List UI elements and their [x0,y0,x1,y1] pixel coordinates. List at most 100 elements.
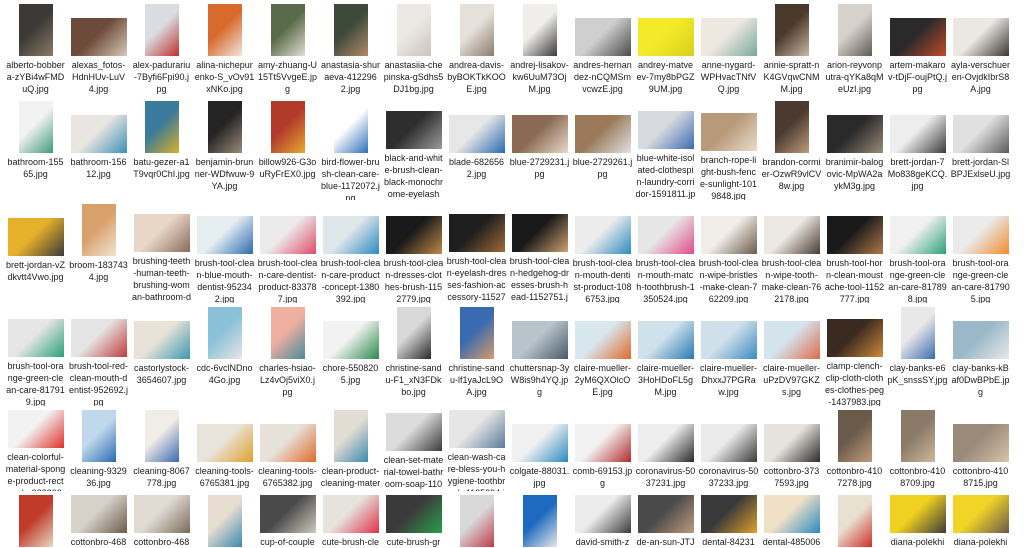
file-tile[interactable]: annie-spratt-nK4GVqwCNMM.jpg [760,0,823,97]
file-tile[interactable]: brett-jordan-vZdkvtt4Vwo.jpg [4,200,67,303]
file-tile[interactable]: clean-wash-care-bless-you-hygiene-toothb… [445,406,508,491]
file-tile[interactable]: blue-2729231.jpg [508,97,571,200]
file-tile[interactable]: cottonbro-4108… [4,491,67,548]
file-tile[interactable]: brush-tool-clean-wipe-bristles-make-clea… [697,200,760,303]
file-tile[interactable]: cottonbro-4108709.jpg [886,406,949,491]
file-tile[interactable]: diana-polekhin… [886,491,949,548]
file-tile[interactable]: brush-tool-orange-green-clean-care-81789… [886,200,949,303]
file-tile[interactable]: black-and-white-brush-clean-black-monoch… [382,97,445,200]
file-tile[interactable]: cleaning-tools-6765381.jpg [193,406,256,491]
file-tile[interactable]: brushing-teeth-human-teeth-brushing-woma… [130,200,193,303]
file-tile[interactable]: brush-tool-clean-wipe-tooth-make-clean-7… [760,200,823,303]
file-tile[interactable]: brush-tool-clean-mouth-match-toothbrush-… [634,200,697,303]
file-tile[interactable]: comb-69153.jpg [571,406,634,491]
file-tile[interactable]: clay-banks-e6pK_snssSY.jpg [886,303,949,406]
file-tile[interactable]: brandon-cormier-OzwR9vlCV8w.jpg [760,97,823,200]
file-tile[interactable]: anastasia-shuraeva-4122962.jpg [319,0,382,97]
file-tile[interactable]: crystal-de-passi… [193,491,256,548]
file-tile[interactable]: brush-tool-red-clean-mouth-dentist-95269… [67,303,130,406]
file-tile[interactable]: alina-nichepurenko-S_vOv91xNKo.jpg [193,0,256,97]
file-tile[interactable]: charles-hsiao-Lz4vOj5viX0.jpg [256,303,319,406]
file-tile[interactable]: ayla-verschueren-OvjdkIbrS8A.jpg [949,0,1012,97]
file-tile[interactable]: dental-4850065… [760,491,823,548]
file-tile[interactable]: cottonbro-3737593.jpg [760,406,823,491]
file-tile[interactable]: andrey-matveev-7my8bPGZ9UM.jpg [634,0,697,97]
file-tile[interactable]: blue-white-isolated-clothespin-laundry-c… [634,97,697,200]
file-tile[interactable]: brush-tool-clean-hedgehog-dresses-brush-… [508,200,571,303]
image-thumbnail [637,495,694,533]
file-tile[interactable]: artem-makarov-tDjF-oujPtQ.jpg [886,0,949,97]
file-tile[interactable]: clean-product-cleaning-material-cleanlin… [319,406,382,491]
file-tile[interactable]: diana-polekhin… [949,491,1012,548]
file-tile[interactable]: castorlystock-3654607.jpg [130,303,193,406]
file-tile[interactable]: alberto-bobbera-zYBi4wFMDuQ.jpg [4,0,67,97]
file-tile[interactable]: alexas_fotos-HdnHUv-LuV4.jpg [67,0,130,97]
file-tile[interactable]: bird-flower-brush-clean-care-blue-117207… [319,97,382,200]
file-tile[interactable]: brush-tool-clean-dresses-clothes-brush-1… [382,200,445,303]
file-tile[interactable]: alex-padurariu-7Byfi6Fpi90.jpg [130,0,193,97]
file-tile[interactable]: broom-1837434.jpg [67,200,130,303]
file-tile[interactable]: brush-tool-horn-clean-moustache-tool-115… [823,200,886,303]
file-tile[interactable]: de-an-sun-JTJr… [634,491,697,548]
file-tile[interactable]: claire-mueller-3HoHDoFL5gM.jpg [634,303,697,406]
file-tile[interactable]: chore-5508205.jpg [319,303,382,406]
file-tile[interactable]: clean-set-material-towel-bathroom-soap-1… [382,406,445,491]
file-tile[interactable]: anastasiia-chepinska-gSdhs5DJ1bg.jpg [382,0,445,97]
file-tile[interactable]: clean-colorful-material-sponge-product-r… [4,406,67,491]
file-tile[interactable]: brush-tool-clean-eyelash-dresses-fashion… [445,200,508,303]
file-tile[interactable]: colgate-88031.jpg [508,406,571,491]
file-tile[interactable]: brush-tool-clean-care-product-concept-13… [319,200,382,303]
file-tile[interactable]: blue-2729261.jpg [571,97,634,200]
file-tile[interactable]: cottonbro-4684… [67,491,130,548]
file-tile[interactable]: dental-842314.j… [697,491,760,548]
file-tile[interactable]: cleaning-8067778.jpg [130,406,193,491]
file-tile[interactable]: brett-jordan-7Mo838geKCQ.jpg [886,97,949,200]
file-tile[interactable]: clay-banks-kBaf0DwBPbE.jpg [949,303,1012,406]
file-thumbnail [7,410,64,448]
file-tile[interactable]: brush-tool-clean-care-dentist-product-83… [256,200,319,303]
file-tile[interactable]: brush-tool-orange-green-clean-care-81791… [4,303,67,406]
file-tile[interactable]: cup-of-couple-… [256,491,319,548]
file-tile[interactable]: cute-brush-clea… [319,491,382,548]
file-tile[interactable]: daniel-fam-YiEC… [445,491,508,548]
file-tile[interactable]: andrej-lisakov-kw6UuM73OjM.jpg [508,0,571,97]
file-tile[interactable]: benjamin-brunner-WDfwuw-9YA.jpg [193,97,256,200]
file-tile[interactable]: claire-mueller-DhxxJ7PGRaw.jpg [697,303,760,406]
file-tile[interactable]: billow926-G3ouRyFrEX0.jpg [256,97,319,200]
file-tile[interactable]: brett-jordan-SlBPJExlseU.jpg [949,97,1012,200]
file-tile[interactable]: david-smith-zX… [571,491,634,548]
file-tile[interactable]: andrea-davis-byBOKTkKOOE.jpg [445,0,508,97]
file-tile[interactable]: anne-nygard-WPHvacTNfVQ.jpg [697,0,760,97]
file-tile[interactable]: bathroom-15565.jpg [4,97,67,200]
file-tile[interactable]: coronavirus-5037233.jpg [697,406,760,491]
file-tile[interactable]: batu-gezer-a1T9vqr0ChI.jpg [130,97,193,200]
file-tile[interactable]: cleaning-tools-6765382.jpg [256,406,319,491]
file-tile[interactable]: clamp-clench-clip-cloth-clothes-clothes-… [823,303,886,406]
file-tile[interactable]: cottonbro-4107278.jpg [823,406,886,491]
file-tile[interactable]: branimir-balogovic-MpWA2aykM3g.jpg [823,97,886,200]
file-tile[interactable]: danilo-alvesd-U… [508,491,571,548]
file-tile[interactable]: cute-brush-gre… [382,491,445,548]
file-tile[interactable]: arion-reyvonputra-qYKa8qMeUzI.jpg [823,0,886,97]
file-tile[interactable]: brush-tool-clean-blue-mouth-dentist-9523… [193,200,256,303]
file-tile[interactable]: claire-mueller-2yM6QXOlcOE.jpg [571,303,634,406]
file-tile[interactable]: chuttersnap-3yW8is9h4YQ.jpg [508,303,571,406]
image-thumbnail [259,424,316,462]
file-tile[interactable]: amy-zhuang-U15Tt5VvgeE.jpg [256,0,319,97]
file-tile[interactable]: branch-rope-light-bush-fence-sunlight-10… [697,97,760,200]
file-tile[interactable]: brush-tool-clean-mouth-dentist-product-1… [571,200,634,303]
file-tile[interactable]: coronavirus-5037231.jpg [634,406,697,491]
file-thumbnail [18,495,53,547]
file-tile[interactable]: dfy-tukhQkLVb… [823,491,886,548]
file-tile[interactable]: cleaning-932936.jpg [67,406,130,491]
file-tile[interactable]: blade-6826562.jpg [445,97,508,200]
file-tile[interactable]: brush-tool-orange-green-clean-care-81790… [949,200,1012,303]
file-tile[interactable]: christine-sandu-F1_xN3FDkbo.jpg [382,303,445,406]
file-tile[interactable]: andres-hernandez-nCQMSmvcwzE.jpg [571,0,634,97]
file-tile[interactable]: claire-mueller-uPzDV97GKZs.jpg [760,303,823,406]
file-tile[interactable]: bathroom-15612.jpg [67,97,130,200]
file-tile[interactable]: christine-sandu-lf1yaJcL9OA.jpg [445,303,508,406]
file-tile[interactable]: cdc-6vclNDno4Go.jpg [193,303,256,406]
file-tile[interactable]: cottonbro-4684… [130,491,193,548]
file-tile[interactable]: cottonbro-4108715.jpg [949,406,1012,491]
